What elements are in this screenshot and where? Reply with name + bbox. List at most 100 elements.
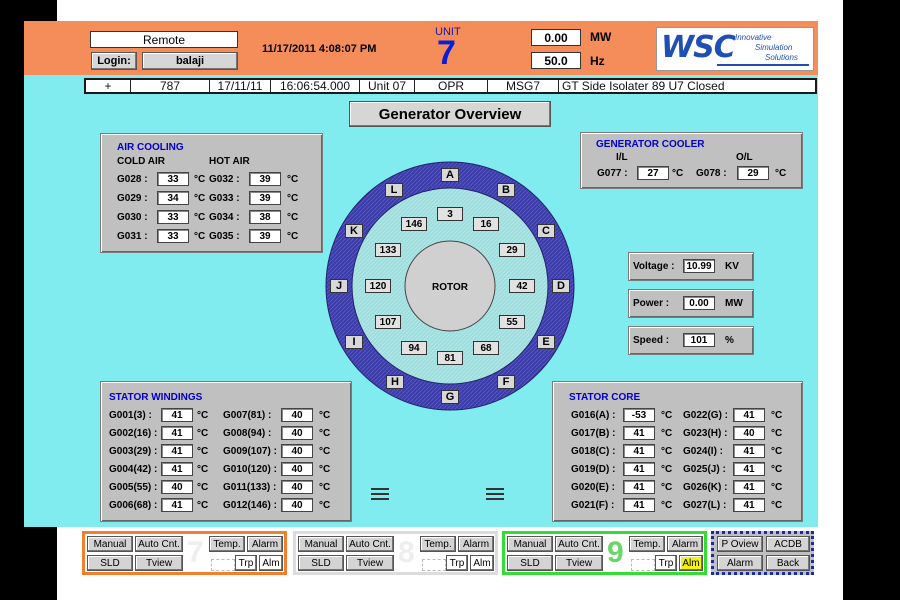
manual-button[interactable]: Manual — [507, 536, 553, 552]
sensor-value: 41 — [161, 408, 193, 422]
auto-control-button[interactable]: Auto Cnt. — [555, 536, 603, 552]
unit-number-large[interactable]: 7 — [187, 536, 204, 570]
speed-unit: % — [725, 335, 734, 346]
winding-slot-value: 42 — [509, 279, 535, 293]
temp-button[interactable]: Temp. — [209, 536, 245, 552]
mw-value: 0.00 — [531, 29, 581, 46]
sensor-value: 41 — [161, 498, 193, 512]
alarm-ack-icon[interactable]: + — [86, 79, 131, 93]
unit-number-large[interactable]: 9 — [607, 536, 624, 570]
p-oview-button[interactable]: P Oview — [717, 536, 763, 552]
back-button[interactable]: Back — [766, 555, 810, 571]
speed-panel: Speed : 101 % — [628, 326, 754, 355]
unit-number-large[interactable]: 8 — [398, 536, 415, 570]
hot-air-value: 39 — [249, 229, 281, 243]
temp-button[interactable]: Temp. — [629, 536, 665, 552]
sensor-label: G001(3) : — [109, 410, 152, 421]
login-button[interactable]: Login: — [91, 52, 137, 70]
alarm-button[interactable]: Alarm — [458, 536, 494, 552]
sld-button[interactable]: SLD — [507, 555, 553, 571]
sensor-label: G021(F) : — [571, 500, 615, 511]
sensor-label: G012(146) : — [223, 500, 277, 511]
air-cooling-title: AIR COOLING — [117, 142, 184, 153]
sensor-unit: °C — [661, 500, 673, 511]
alarm-button[interactable]: Alarm — [247, 536, 283, 552]
menu-lines-icon[interactable] — [486, 488, 504, 502]
cold-air-unit: °C — [194, 231, 206, 242]
stator-core-title: STATOR CORE — [569, 392, 641, 403]
cooler-inlet-unit: °C — [672, 168, 684, 179]
stator-windings-title: STATOR WINDINGS — [109, 392, 203, 403]
sensor-label: G022(G) : — [683, 410, 729, 421]
sensor-value: 41 — [623, 480, 655, 494]
stator-slot-label: D — [552, 279, 570, 293]
sensor-unit: °C — [771, 482, 783, 493]
winding-slot-value: 81 — [437, 351, 463, 365]
alarm-page-button[interactable]: Alarm — [717, 555, 763, 571]
sensor-label: G007(81) : — [223, 410, 272, 421]
sensor-unit: °C — [197, 482, 209, 493]
sensor-label: G026(K) : — [683, 482, 728, 493]
power-unit: MW — [725, 298, 743, 309]
sensor-label: G004(42) : — [109, 464, 158, 475]
trip-indicator[interactable]: Trp — [655, 555, 677, 571]
winding-slot-value: 146 — [401, 217, 427, 231]
manual-button[interactable]: Manual — [298, 536, 344, 552]
auto-control-button[interactable]: Auto Cnt. — [346, 536, 394, 552]
sensor-unit: °C — [661, 446, 673, 457]
plug-icon — [422, 559, 446, 571]
sensor-unit: °C — [319, 428, 331, 439]
alarm-indicator[interactable]: Alm — [470, 555, 494, 571]
winding-slot-value: 3 — [437, 207, 463, 221]
unit-nav-group: Manual Auto Cnt. SLD Tview 8 Temp. Alarm Trp Alm — [293, 531, 498, 575]
cooler-outlet-label: G078 : — [696, 168, 727, 179]
mode-indicator: Remote — [90, 31, 238, 48]
alarm-indicator[interactable]: Alm — [259, 555, 283, 571]
stator-windings-panel: STATOR WINDINGS G001(3) : 41 °C G007(81) : 4… — [100, 381, 352, 522]
stator-slot-label: C — [537, 224, 555, 238]
voltage-unit: KV — [725, 261, 739, 272]
sensor-unit: °C — [197, 428, 209, 439]
trip-indicator[interactable]: Trp — [446, 555, 468, 571]
sensor-label: G016(A) : — [571, 410, 616, 421]
auto-control-button[interactable]: Auto Cnt. — [135, 536, 183, 552]
tview-button[interactable]: Tview — [135, 555, 183, 571]
sld-button[interactable]: SLD — [87, 555, 133, 571]
alarm-text: GT Side Isolater 89 U7 Closed — [562, 79, 725, 93]
plug-icon — [631, 559, 655, 571]
trip-indicator[interactable]: Trp — [235, 555, 257, 571]
sensor-unit: °C — [771, 428, 783, 439]
sensor-unit: °C — [771, 410, 783, 421]
sensor-label: G027(L) : — [683, 500, 727, 511]
hot-air-value: 39 — [249, 191, 281, 205]
sensor-value: 40 — [281, 480, 313, 494]
acdb-button[interactable]: ACDB — [766, 536, 810, 552]
stator-core-panel: STATOR CORE G016(A) : -53 °C G022(G) : 41 °C G… — [552, 381, 803, 522]
tview-button[interactable]: Tview — [346, 555, 394, 571]
speed-value: 101 — [683, 333, 715, 347]
sensor-value: 41 — [161, 444, 193, 458]
alarm-button[interactable]: Alarm — [667, 536, 703, 552]
temp-button[interactable]: Temp. — [420, 536, 456, 552]
alarm-message-bar[interactable]: + 787 17/11/11 16:06:54.000 Unit 07 OPR … — [84, 78, 817, 94]
stator-slot-label: I — [345, 335, 363, 349]
winding-slot-value: 29 — [499, 243, 525, 257]
alarm-indicator[interactable]: Alm — [679, 555, 703, 571]
manual-button[interactable]: Manual — [87, 536, 133, 552]
sensor-label: G002(16) : — [109, 428, 158, 439]
power-label: Power : — [633, 298, 670, 309]
sensor-unit: °C — [197, 446, 209, 457]
sensor-label: G023(H) : — [683, 428, 728, 439]
plug-icon — [211, 559, 235, 571]
winding-slot-value: 94 — [401, 341, 427, 355]
menu-lines-icon[interactable] — [371, 488, 389, 502]
hot-air-label: G035 : — [209, 231, 240, 242]
sensor-unit: °C — [771, 500, 783, 511]
stator-slot-label: K — [345, 224, 363, 238]
sensor-value: 41 — [161, 462, 193, 476]
sensor-unit: °C — [661, 482, 673, 493]
stator-slot-label: J — [330, 279, 348, 293]
sld-button[interactable]: SLD — [298, 555, 344, 571]
alarm-unit: Unit 07 — [360, 79, 415, 93]
tview-button[interactable]: Tview — [555, 555, 603, 571]
